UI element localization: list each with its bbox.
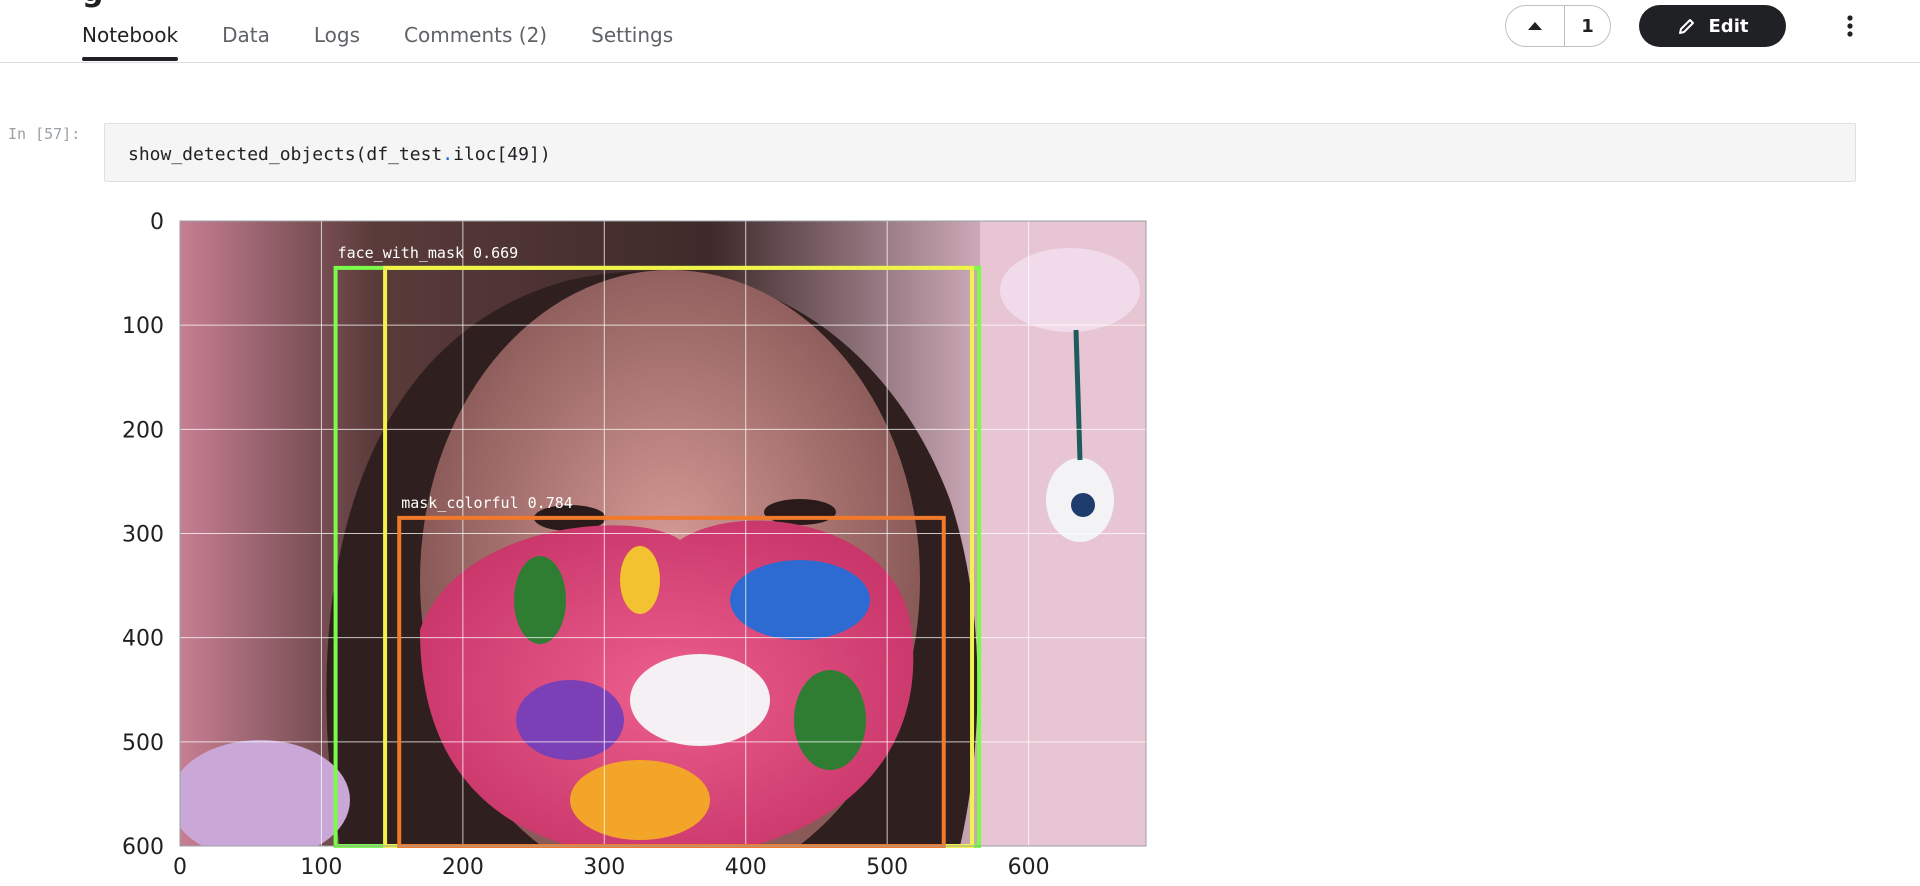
more-options-button[interactable] xyxy=(1838,6,1862,46)
edit-button[interactable]: Edit xyxy=(1639,5,1786,47)
x-tick-label: 0 xyxy=(173,855,187,880)
upvote-control: 1 xyxy=(1505,5,1611,47)
tab-data[interactable]: Data xyxy=(222,0,270,63)
y-tick-label: 500 xyxy=(122,731,164,756)
x-tick-label: 200 xyxy=(442,855,484,880)
cell-prompt: In [57]: xyxy=(8,125,81,143)
upvote-count: 1 xyxy=(1581,15,1594,37)
x-tick-label: 400 xyxy=(725,855,767,880)
detection-label: face_with_mask 0.669 xyxy=(338,244,519,262)
detection-output-plot: face_with_mask 0.669mask_colorful 0.784 … xyxy=(122,210,1147,880)
notebook-header: g Notebook Data Logs Comments (2) Settin… xyxy=(0,0,1920,63)
y-tick-label: 600 xyxy=(122,835,164,860)
detection-label: mask_colorful 0.784 xyxy=(401,494,573,512)
code-line: show_detected_objects(df_test.iloc[49]) xyxy=(128,144,551,165)
x-tick-label: 500 xyxy=(866,855,908,880)
y-tick-label: 300 xyxy=(122,523,164,548)
vertical-dots-icon xyxy=(1847,15,1853,37)
edit-button-label: Edit xyxy=(1708,15,1749,37)
code-dot: . xyxy=(442,144,454,165)
x-axis-ticks: 0 100 200 300 400 500 600 xyxy=(173,855,1050,880)
caret-up-icon xyxy=(1528,22,1542,30)
y-tick-label: 0 xyxy=(150,210,164,235)
code-prefix: show_detected_objects(df_test xyxy=(128,144,443,165)
x-tick-label: 600 xyxy=(1008,855,1050,880)
x-tick-label: 100 xyxy=(300,855,342,880)
y-tick-label: 200 xyxy=(122,418,164,443)
tab-notebook[interactable]: Notebook xyxy=(82,0,179,63)
notebook-tabs: Notebook Data Logs Comments (2) Settings xyxy=(82,0,717,63)
photo-image xyxy=(180,221,1146,846)
tab-logs[interactable]: Logs xyxy=(314,0,360,63)
upvote-button[interactable] xyxy=(1506,6,1565,46)
pencil-icon xyxy=(1678,19,1694,34)
x-tick-label: 300 xyxy=(583,855,625,880)
y-axis-ticks: 0 100 200 300 400 500 600 xyxy=(122,210,164,860)
code-suffix: iloc[49]) xyxy=(453,144,551,165)
y-tick-label: 400 xyxy=(122,627,164,652)
tab-comments[interactable]: Comments (2) xyxy=(404,0,547,63)
y-tick-label: 100 xyxy=(122,314,164,339)
code-cell[interactable]: show_detected_objects(df_test.iloc[49]) xyxy=(104,123,1856,182)
tab-settings[interactable]: Settings xyxy=(591,0,673,63)
